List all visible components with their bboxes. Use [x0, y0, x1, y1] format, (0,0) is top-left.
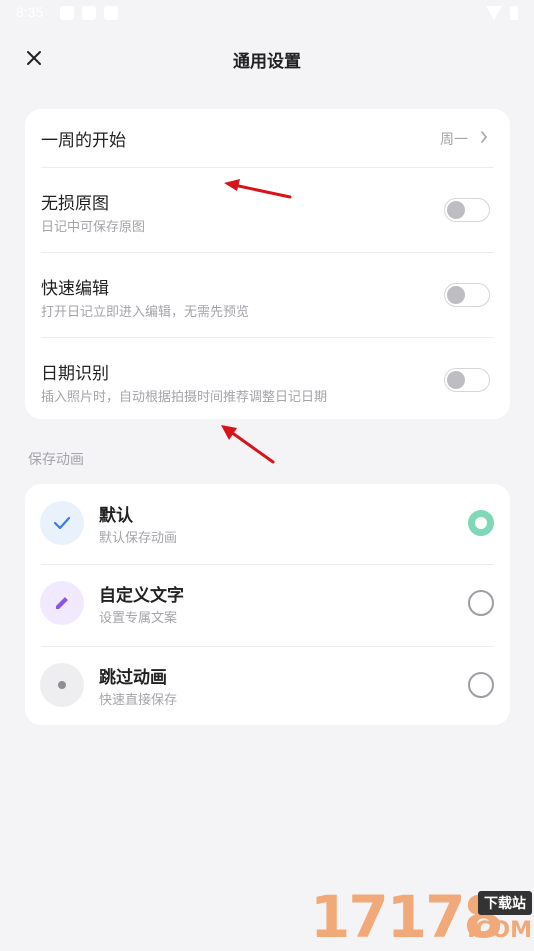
- header: 通用设置: [0, 34, 534, 82]
- settings-card: 一周的开始 周一 无损原图 日记中可保存原图 快速编辑 打开日记立即进入编辑，无…: [25, 109, 510, 419]
- option-title: 默认: [99, 506, 133, 526]
- annotation-arrow-icon: [221, 425, 275, 464]
- save-animation-section-label: 保存动画: [28, 452, 84, 468]
- animation-option-skip[interactable]: 跳过动画 快速直接保存: [25, 646, 510, 728]
- week-start-value: 周一: [440, 132, 468, 148]
- option-title: 跳过动画: [99, 668, 167, 688]
- radio-selected[interactable]: [468, 510, 494, 536]
- save-animation-card: 默认 默认保存动画 自定义文字 设置专属文案 跳过动画 快速直接保存: [25, 484, 510, 725]
- quick-edit-toggle[interactable]: [444, 283, 490, 307]
- animation-option-custom-text[interactable]: 自定义文字 设置专属文案: [25, 564, 510, 646]
- page-title: 通用设置: [233, 52, 301, 72]
- notification-icon: [60, 6, 74, 20]
- week-start-row[interactable]: 一周的开始 周一: [25, 109, 510, 167]
- option-subtitle: 快速直接保存: [99, 693, 178, 708]
- chevron-right-icon: [481, 131, 488, 143]
- pencil-icon: [56, 596, 69, 609]
- option-title: 自定义文字: [99, 586, 184, 606]
- notification-icon: [104, 6, 118, 20]
- annotation-arrow-icon: [224, 179, 292, 199]
- radio-unselected[interactable]: [468, 590, 494, 616]
- quick-edit-label: 快速编辑: [41, 279, 109, 299]
- status-time: 8:35: [16, 4, 44, 20]
- option-subtitle: 默认保存动画: [99, 531, 178, 546]
- option-subtitle: 设置专属文案: [99, 611, 178, 626]
- date-detect-label: 日期识别: [41, 364, 109, 384]
- toggle-knob: [447, 286, 465, 304]
- watermark-badge: 下载站: [478, 891, 532, 915]
- dot-icon-badge: [40, 663, 84, 707]
- watermark-suffix: .COM: [466, 918, 532, 943]
- toggle-knob: [447, 371, 465, 389]
- quick-edit-subtitle: 打开日记立即进入编辑，无需先预览: [41, 305, 250, 320]
- pencil-icon-badge: [40, 581, 84, 625]
- animation-option-default[interactable]: 默认 默认保存动画: [25, 484, 510, 566]
- battery-icon: [510, 6, 518, 20]
- watermark-logo: 17178 下载站 .COM: [310, 885, 534, 950]
- radio-unselected[interactable]: [468, 672, 494, 698]
- date-detect-row: 日期识别 插入照片时，自动根据拍摄时间推荐调整日记日期: [25, 338, 510, 419]
- system-icons: [486, 6, 518, 20]
- quick-edit-row: 快速编辑 打开日记立即进入编辑，无需先预览: [25, 253, 510, 337]
- check-icon-badge: [40, 501, 84, 545]
- date-detect-toggle[interactable]: [444, 368, 490, 392]
- dot-icon: [58, 681, 66, 689]
- toggle-knob: [447, 201, 465, 219]
- check-icon: [53, 516, 71, 530]
- lossless-label: 无损原图: [41, 194, 109, 214]
- week-start-label: 一周的开始: [41, 131, 126, 151]
- date-detect-subtitle: 插入照片时，自动根据拍摄时间推荐调整日记日期: [41, 390, 328, 405]
- lossless-toggle[interactable]: [444, 198, 490, 222]
- status-bar: 8:35: [0, 0, 534, 28]
- notification-icon: [82, 6, 96, 20]
- radio-dot: [475, 517, 487, 529]
- wifi-icon: [486, 6, 502, 20]
- notification-icons: [60, 6, 118, 20]
- lossless-subtitle: 日记中可保存原图: [41, 220, 146, 235]
